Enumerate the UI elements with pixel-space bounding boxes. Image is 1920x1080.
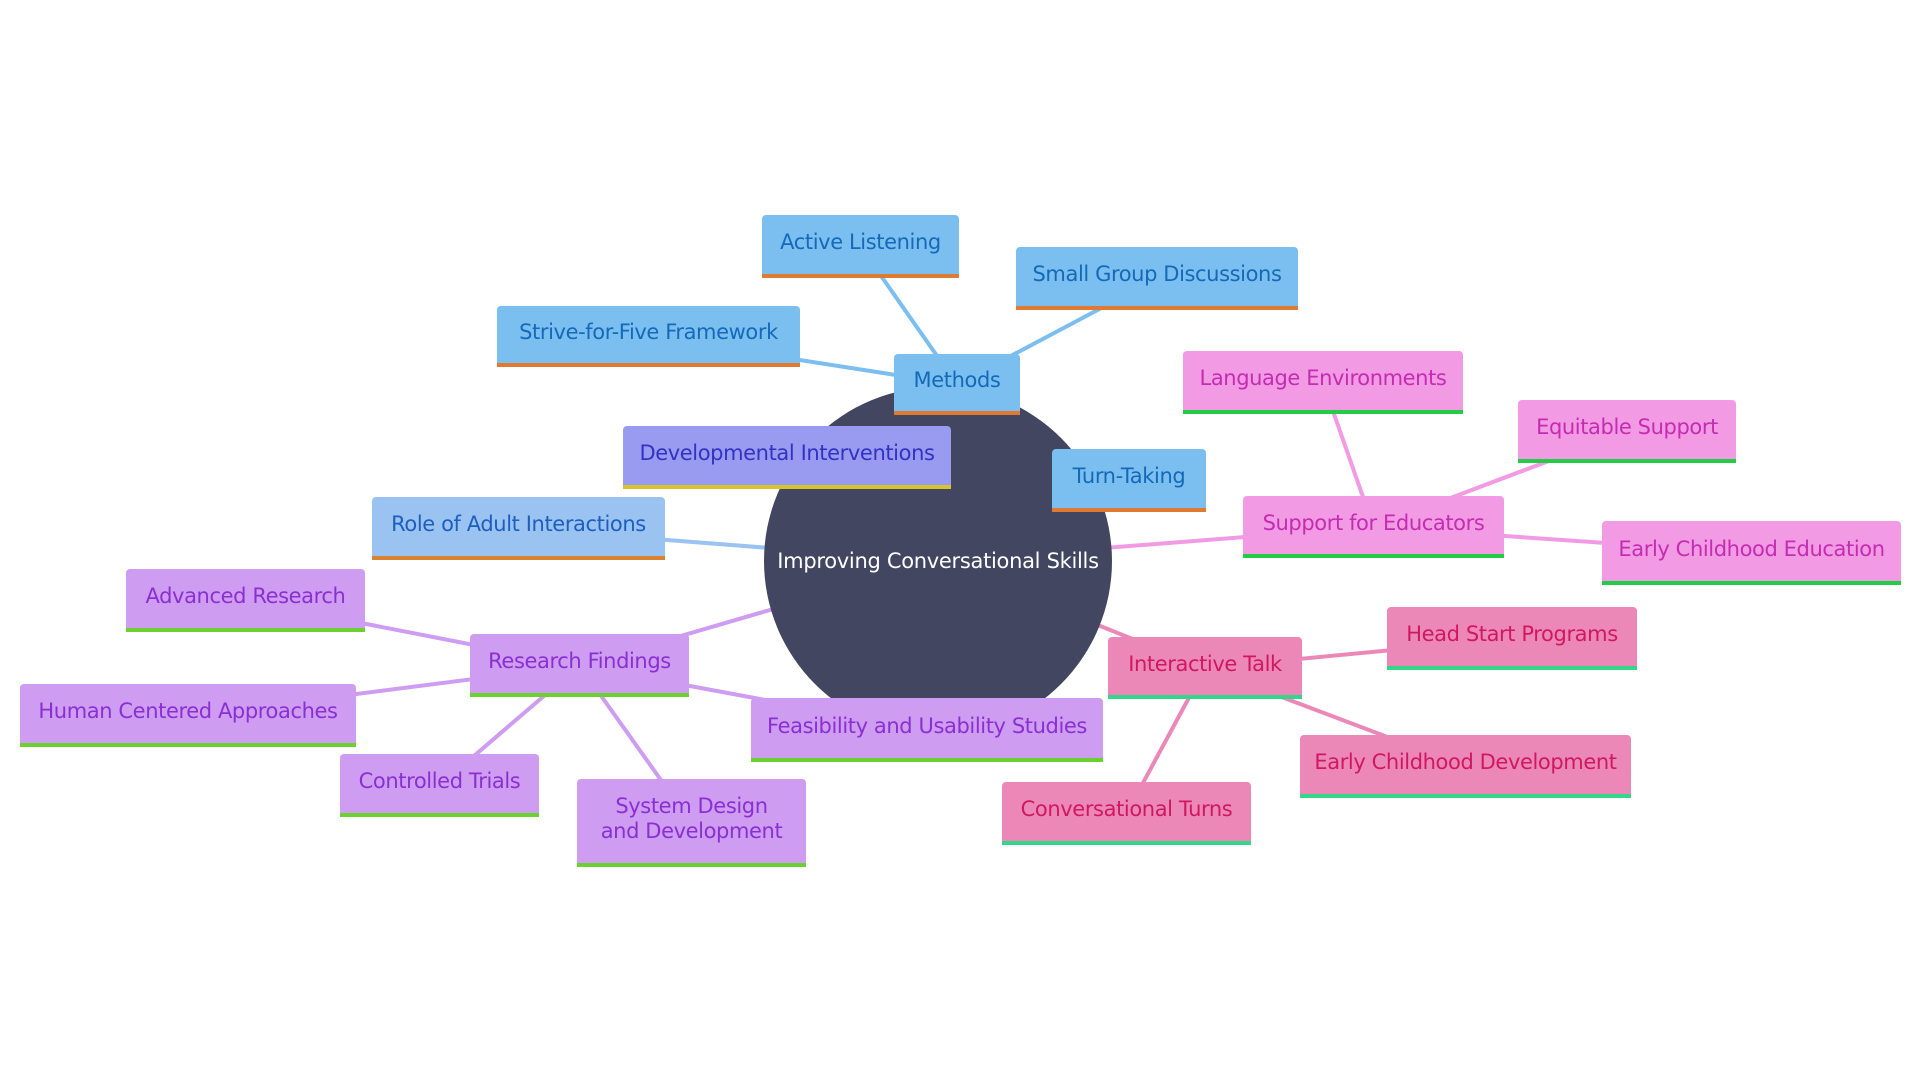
node-active-listening[interactable]: Active Listening xyxy=(762,215,959,278)
node-label: Active Listening xyxy=(780,230,941,254)
node-label: Conversational Turns xyxy=(1020,797,1233,821)
node-label: Strive-for-Five Framework xyxy=(519,320,778,344)
node-equitable-support[interactable]: Equitable Support xyxy=(1518,400,1736,463)
node-language-environments[interactable]: Language Environments xyxy=(1183,351,1463,414)
node-head-start-programs[interactable]: Head Start Programs xyxy=(1387,607,1637,670)
node-turn-taking[interactable]: Turn-Taking xyxy=(1052,449,1206,512)
node-research-findings[interactable]: Research Findings xyxy=(470,634,689,697)
node-feasibility-and-usability-studies[interactable]: Feasibility and Usability Studies xyxy=(751,698,1103,762)
node-early-childhood-development[interactable]: Early Childhood Development xyxy=(1300,735,1631,798)
node-methods[interactable]: Methods xyxy=(894,354,1020,415)
node-label: Role of Adult Interactions xyxy=(391,512,646,536)
node-label: Developmental Interventions xyxy=(639,441,935,465)
node-label: Head Start Programs xyxy=(1406,622,1618,646)
node-label: Feasibility and Usability Studies xyxy=(767,713,1087,738)
node-label: Language Environments xyxy=(1199,366,1447,390)
node-developmental-interventions[interactable]: Developmental Interventions xyxy=(623,426,951,489)
node-label: System Design and Development xyxy=(600,794,783,843)
node-label: Small Group Discussions xyxy=(1032,262,1282,286)
node-human-centered-approaches[interactable]: Human Centered Approaches xyxy=(20,684,356,747)
node-label: Early Childhood Development xyxy=(1314,750,1617,774)
node-early-childhood-education[interactable]: Early Childhood Education xyxy=(1602,521,1901,585)
node-label: Human Centered Approaches xyxy=(38,699,338,723)
node-advanced-research[interactable]: Advanced Research xyxy=(126,569,365,632)
node-label: Advanced Research xyxy=(145,584,346,608)
node-controlled-trials[interactable]: Controlled Trials xyxy=(340,754,539,817)
node-label: Research Findings xyxy=(488,649,671,673)
node-strive-for-five-framework[interactable]: Strive-for-Five Framework xyxy=(497,306,800,367)
node-label: Turn-Taking xyxy=(1072,464,1186,488)
node-conversational-turns[interactable]: Conversational Turns xyxy=(1002,782,1251,845)
central-topic-label: Improving Conversational Skills xyxy=(777,549,1099,573)
node-label: Support for Educators xyxy=(1262,510,1485,535)
node-small-group-discussions[interactable]: Small Group Discussions xyxy=(1016,247,1298,310)
node-label: Controlled Trials xyxy=(358,769,521,793)
node-support-for-educators[interactable]: Support for Educators xyxy=(1243,496,1504,558)
node-interactive-talk[interactable]: Interactive Talk xyxy=(1108,637,1302,699)
node-role-of-adult-interactions[interactable]: Role of Adult Interactions xyxy=(372,497,665,560)
node-label: Equitable Support xyxy=(1536,415,1718,439)
node-label: Early Childhood Education xyxy=(1618,536,1885,561)
node-label: Interactive Talk xyxy=(1128,651,1282,676)
node-label: Methods xyxy=(913,368,1001,392)
node-system-design-and-development[interactable]: System Design and Development xyxy=(577,779,806,867)
